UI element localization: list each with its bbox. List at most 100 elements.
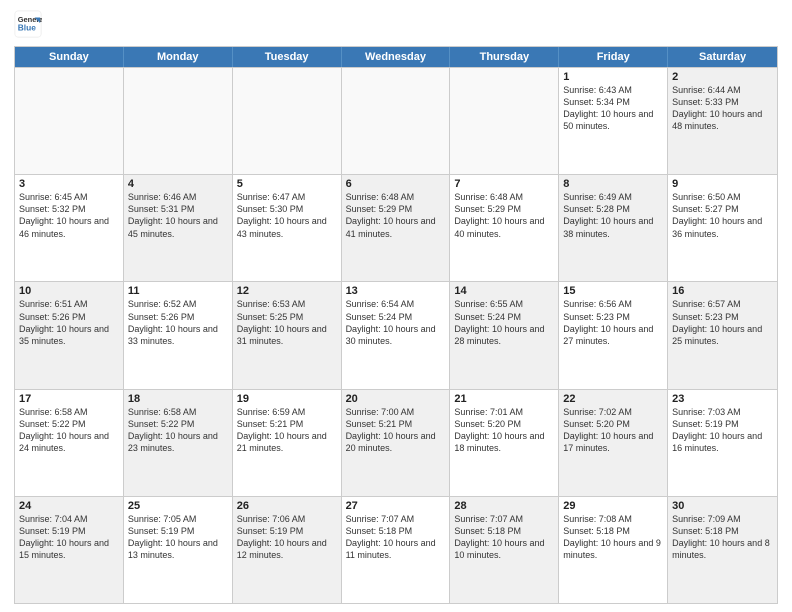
logo-icon: General Blue — [14, 10, 42, 38]
calendar-cell: 24Sunrise: 7:04 AM Sunset: 5:19 PM Dayli… — [15, 497, 124, 603]
day-info: Sunrise: 6:45 AM Sunset: 5:32 PM Dayligh… — [19, 191, 119, 240]
day-number: 25 — [128, 500, 228, 512]
day-info: Sunrise: 6:53 AM Sunset: 5:25 PM Dayligh… — [237, 298, 337, 347]
day-number: 18 — [128, 393, 228, 405]
weekday-header: Monday — [124, 47, 233, 67]
day-info: Sunrise: 6:50 AM Sunset: 5:27 PM Dayligh… — [672, 191, 773, 240]
day-info: Sunrise: 6:48 AM Sunset: 5:29 PM Dayligh… — [454, 191, 554, 240]
calendar-cell — [233, 68, 342, 174]
day-info: Sunrise: 7:03 AM Sunset: 5:19 PM Dayligh… — [672, 406, 773, 455]
calendar-cell: 5Sunrise: 6:47 AM Sunset: 5:30 PM Daylig… — [233, 175, 342, 281]
day-info: Sunrise: 7:04 AM Sunset: 5:19 PM Dayligh… — [19, 513, 119, 562]
calendar-cell: 18Sunrise: 6:58 AM Sunset: 5:22 PM Dayli… — [124, 390, 233, 496]
day-number: 4 — [128, 178, 228, 190]
calendar-cell: 3Sunrise: 6:45 AM Sunset: 5:32 PM Daylig… — [15, 175, 124, 281]
day-info: Sunrise: 6:55 AM Sunset: 5:24 PM Dayligh… — [454, 298, 554, 347]
day-info: Sunrise: 7:07 AM Sunset: 5:18 PM Dayligh… — [454, 513, 554, 562]
calendar-cell: 7Sunrise: 6:48 AM Sunset: 5:29 PM Daylig… — [450, 175, 559, 281]
day-info: Sunrise: 6:47 AM Sunset: 5:30 PM Dayligh… — [237, 191, 337, 240]
calendar-row: 3Sunrise: 6:45 AM Sunset: 5:32 PM Daylig… — [15, 174, 777, 281]
day-number: 21 — [454, 393, 554, 405]
calendar-row: 1Sunrise: 6:43 AM Sunset: 5:34 PM Daylig… — [15, 67, 777, 174]
day-info: Sunrise: 6:59 AM Sunset: 5:21 PM Dayligh… — [237, 406, 337, 455]
calendar-cell: 30Sunrise: 7:09 AM Sunset: 5:18 PM Dayli… — [668, 497, 777, 603]
day-info: Sunrise: 7:08 AM Sunset: 5:18 PM Dayligh… — [563, 513, 663, 562]
calendar-cell: 28Sunrise: 7:07 AM Sunset: 5:18 PM Dayli… — [450, 497, 559, 603]
day-info: Sunrise: 6:43 AM Sunset: 5:34 PM Dayligh… — [563, 84, 663, 133]
calendar-cell: 11Sunrise: 6:52 AM Sunset: 5:26 PM Dayli… — [124, 282, 233, 388]
day-number: 6 — [346, 178, 446, 190]
day-number: 16 — [672, 285, 773, 297]
day-info: Sunrise: 6:54 AM Sunset: 5:24 PM Dayligh… — [346, 298, 446, 347]
calendar-body: 1Sunrise: 6:43 AM Sunset: 5:34 PM Daylig… — [15, 67, 777, 603]
calendar-cell: 10Sunrise: 6:51 AM Sunset: 5:26 PM Dayli… — [15, 282, 124, 388]
day-info: Sunrise: 6:48 AM Sunset: 5:29 PM Dayligh… — [346, 191, 446, 240]
page: General Blue SundayMondayTuesdayWednesda… — [0, 0, 792, 612]
calendar-cell: 22Sunrise: 7:02 AM Sunset: 5:20 PM Dayli… — [559, 390, 668, 496]
calendar-cell: 6Sunrise: 6:48 AM Sunset: 5:29 PM Daylig… — [342, 175, 451, 281]
calendar-cell: 4Sunrise: 6:46 AM Sunset: 5:31 PM Daylig… — [124, 175, 233, 281]
calendar-cell: 16Sunrise: 6:57 AM Sunset: 5:23 PM Dayli… — [668, 282, 777, 388]
calendar-cell: 12Sunrise: 6:53 AM Sunset: 5:25 PM Dayli… — [233, 282, 342, 388]
calendar-cell: 15Sunrise: 6:56 AM Sunset: 5:23 PM Dayli… — [559, 282, 668, 388]
day-number: 27 — [346, 500, 446, 512]
calendar-cell: 2Sunrise: 6:44 AM Sunset: 5:33 PM Daylig… — [668, 68, 777, 174]
calendar-cell — [450, 68, 559, 174]
day-number: 10 — [19, 285, 119, 297]
day-number: 14 — [454, 285, 554, 297]
day-number: 17 — [19, 393, 119, 405]
day-info: Sunrise: 6:44 AM Sunset: 5:33 PM Dayligh… — [672, 84, 773, 133]
day-number: 8 — [563, 178, 663, 190]
day-info: Sunrise: 7:06 AM Sunset: 5:19 PM Dayligh… — [237, 513, 337, 562]
day-number: 26 — [237, 500, 337, 512]
day-number: 24 — [19, 500, 119, 512]
day-number: 29 — [563, 500, 663, 512]
day-number: 20 — [346, 393, 446, 405]
day-info: Sunrise: 6:58 AM Sunset: 5:22 PM Dayligh… — [128, 406, 228, 455]
day-number: 9 — [672, 178, 773, 190]
day-number: 7 — [454, 178, 554, 190]
day-info: Sunrise: 6:58 AM Sunset: 5:22 PM Dayligh… — [19, 406, 119, 455]
day-info: Sunrise: 7:09 AM Sunset: 5:18 PM Dayligh… — [672, 513, 773, 562]
day-info: Sunrise: 7:05 AM Sunset: 5:19 PM Dayligh… — [128, 513, 228, 562]
day-info: Sunrise: 7:02 AM Sunset: 5:20 PM Dayligh… — [563, 406, 663, 455]
calendar-cell: 19Sunrise: 6:59 AM Sunset: 5:21 PM Dayli… — [233, 390, 342, 496]
calendar-cell: 25Sunrise: 7:05 AM Sunset: 5:19 PM Dayli… — [124, 497, 233, 603]
day-number: 22 — [563, 393, 663, 405]
calendar-cell: 29Sunrise: 7:08 AM Sunset: 5:18 PM Dayli… — [559, 497, 668, 603]
day-info: Sunrise: 6:46 AM Sunset: 5:31 PM Dayligh… — [128, 191, 228, 240]
header: General Blue — [14, 10, 778, 38]
day-number: 5 — [237, 178, 337, 190]
calendar-cell: 14Sunrise: 6:55 AM Sunset: 5:24 PM Dayli… — [450, 282, 559, 388]
weekday-header: Sunday — [15, 47, 124, 67]
weekday-header: Wednesday — [342, 47, 451, 67]
day-info: Sunrise: 6:57 AM Sunset: 5:23 PM Dayligh… — [672, 298, 773, 347]
day-number: 15 — [563, 285, 663, 297]
day-number: 3 — [19, 178, 119, 190]
day-number: 12 — [237, 285, 337, 297]
svg-text:Blue: Blue — [18, 23, 36, 33]
day-number: 11 — [128, 285, 228, 297]
calendar-cell: 26Sunrise: 7:06 AM Sunset: 5:19 PM Dayli… — [233, 497, 342, 603]
weekday-header: Thursday — [450, 47, 559, 67]
day-info: Sunrise: 7:01 AM Sunset: 5:20 PM Dayligh… — [454, 406, 554, 455]
calendar-row: 10Sunrise: 6:51 AM Sunset: 5:26 PM Dayli… — [15, 281, 777, 388]
calendar-header: SundayMondayTuesdayWednesdayThursdayFrid… — [15, 47, 777, 67]
logo: General Blue — [14, 10, 44, 38]
day-number: 1 — [563, 71, 663, 83]
day-info: Sunrise: 6:49 AM Sunset: 5:28 PM Dayligh… — [563, 191, 663, 240]
calendar-cell: 21Sunrise: 7:01 AM Sunset: 5:20 PM Dayli… — [450, 390, 559, 496]
day-info: Sunrise: 6:52 AM Sunset: 5:26 PM Dayligh… — [128, 298, 228, 347]
weekday-header: Friday — [559, 47, 668, 67]
day-number: 13 — [346, 285, 446, 297]
calendar-cell: 23Sunrise: 7:03 AM Sunset: 5:19 PM Dayli… — [668, 390, 777, 496]
day-number: 19 — [237, 393, 337, 405]
calendar-cell: 27Sunrise: 7:07 AM Sunset: 5:18 PM Dayli… — [342, 497, 451, 603]
calendar: SundayMondayTuesdayWednesdayThursdayFrid… — [14, 46, 778, 604]
day-info: Sunrise: 7:00 AM Sunset: 5:21 PM Dayligh… — [346, 406, 446, 455]
calendar-row: 24Sunrise: 7:04 AM Sunset: 5:19 PM Dayli… — [15, 496, 777, 603]
day-number: 2 — [672, 71, 773, 83]
weekday-header: Tuesday — [233, 47, 342, 67]
day-info: Sunrise: 7:07 AM Sunset: 5:18 PM Dayligh… — [346, 513, 446, 562]
calendar-cell: 13Sunrise: 6:54 AM Sunset: 5:24 PM Dayli… — [342, 282, 451, 388]
